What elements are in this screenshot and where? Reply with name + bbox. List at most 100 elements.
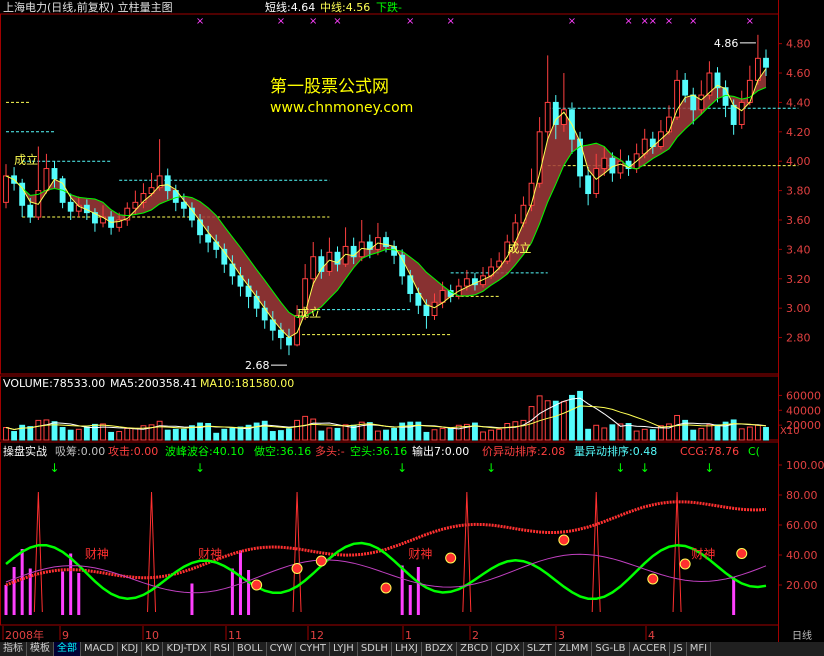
- candle-body[interactable]: [601, 157, 608, 170]
- candle-body[interactable]: [3, 175, 9, 203]
- volume-bar: [253, 422, 260, 441]
- candle-body[interactable]: [585, 175, 592, 195]
- caishen-mark: 财神: [691, 547, 715, 561]
- mid-line-value: 中线:4.56: [320, 0, 370, 14]
- x-axis-right-label: 日线: [792, 629, 812, 642]
- tab-js[interactable]: JS: [670, 642, 687, 656]
- volume-bar: [92, 423, 98, 441]
- candle-body[interactable]: [552, 101, 559, 125]
- tab-boll[interactable]: BOLL: [234, 642, 267, 656]
- candle-body[interactable]: [51, 168, 58, 180]
- candle-body[interactable]: [391, 245, 398, 256]
- tab-zbcd[interactable]: ZBCD: [457, 642, 493, 656]
- chart-canvas[interactable]: 上海电力(日线,前复权) 立柱量主图 短线:4.64 中线:4.56 下跌- 4.80 4…: [0, 0, 824, 642]
- candle-body[interactable]: [674, 79, 680, 118]
- candle-body[interactable]: [205, 234, 212, 243]
- tab-sg-lb[interactable]: SG-LB: [592, 642, 630, 656]
- tab-macd[interactable]: MACD: [81, 642, 118, 656]
- candle-body[interactable]: [763, 57, 769, 68]
- tab-slzt[interactable]: SLZT: [524, 642, 556, 656]
- x-axis-label: 3: [558, 629, 565, 642]
- tab-accer[interactable]: ACCER: [630, 642, 671, 656]
- candle-body[interactable]: [310, 256, 317, 280]
- tab--[interactable]: 全部: [54, 642, 81, 656]
- indicator-spike: [33, 491, 43, 613]
- candle-body[interactable]: [641, 138, 648, 155]
- tab-rsi[interactable]: RSI: [211, 642, 234, 656]
- high-price-label: 4.86: [714, 37, 739, 50]
- candle-body[interactable]: [67, 201, 74, 212]
- volume-bar: [294, 419, 300, 441]
- volume-bar: [609, 424, 616, 441]
- tab-lhxj[interactable]: LHXJ: [392, 642, 422, 656]
- signal-arrow-icon: ↓: [49, 461, 59, 475]
- candle-body[interactable]: [27, 204, 34, 218]
- indicator-label: 输出7:0.00: [412, 444, 469, 458]
- volume-bar: [108, 431, 115, 441]
- tab-kdj-tdx[interactable]: KDJ-TDX: [163, 642, 211, 656]
- price-tick-label: 3.20: [786, 273, 811, 286]
- indicator-label: 吸筹:0.00: [55, 444, 105, 458]
- candle-body[interactable]: [690, 94, 697, 111]
- tab-cyht[interactable]: CYHT: [296, 642, 330, 656]
- signal-x-mark: ×: [277, 16, 285, 27]
- candle-body[interactable]: [423, 304, 430, 317]
- volume-bar: [83, 426, 90, 441]
- signal-dot: [291, 563, 303, 574]
- tab--[interactable]: 指标: [0, 642, 27, 656]
- tab-kd[interactable]: KD: [142, 642, 164, 656]
- tab-zlmm[interactable]: ZLMM: [556, 642, 593, 656]
- volume-bar: [43, 419, 50, 441]
- candle-body[interactable]: [544, 101, 551, 133]
- tab-cyw[interactable]: CYW: [267, 642, 297, 656]
- volume-bar: [180, 428, 187, 441]
- x-axis-label: 10: [145, 629, 159, 642]
- candle-body[interactable]: [197, 219, 203, 236]
- tab--[interactable]: 模板: [27, 642, 54, 656]
- signal-dot: [380, 582, 392, 594]
- volume-bar: [633, 430, 640, 441]
- volume-bar: [569, 394, 575, 441]
- volume-bar: [504, 423, 511, 441]
- tab-sdlh[interactable]: SDLH: [358, 642, 392, 656]
- candle-body[interactable]: [463, 278, 470, 287]
- signal-x-mark: ×: [333, 16, 341, 27]
- candle-body[interactable]: [682, 79, 689, 96]
- candle-body[interactable]: [164, 175, 171, 192]
- candle-body[interactable]: [666, 116, 672, 133]
- indicator-bar: [77, 573, 81, 615]
- candle-body[interactable]: [286, 337, 292, 346]
- volume-bar: [625, 423, 632, 441]
- stock-chart[interactable]: 上海电力(日线,前复权) 立柱量主图 短线:4.64 中线:4.56 下跌- 4.80 4…: [0, 0, 824, 656]
- volume-bar: [35, 419, 42, 441]
- tab-mfi[interactable]: MFI: [687, 642, 712, 656]
- candle-body[interactable]: [617, 160, 624, 174]
- indicator-label: 量异动排序:0.48: [574, 444, 657, 458]
- candle-body[interactable]: [213, 241, 220, 250]
- candle-body[interactable]: [43, 168, 50, 192]
- candle-body[interactable]: [738, 101, 745, 125]
- tab-bdzx[interactable]: BDZX: [422, 642, 458, 656]
- candle-body[interactable]: [706, 72, 713, 96]
- candle-body[interactable]: [180, 201, 187, 209]
- volume-bar: [536, 395, 543, 441]
- candle-body[interactable]: [439, 290, 446, 303]
- volume-bar: [374, 430, 381, 441]
- candle-body[interactable]: [132, 201, 139, 209]
- price-tick-label: 3.00: [786, 302, 811, 315]
- candle-body[interactable]: [730, 104, 737, 125]
- candle-body[interactable]: [593, 168, 600, 195]
- tab-lyjh[interactable]: LYJH: [330, 642, 358, 656]
- candle-body[interactable]: [342, 245, 349, 265]
- candle-body[interactable]: [253, 295, 260, 309]
- candle-body[interactable]: [698, 94, 705, 111]
- signal-x-mark: ×: [624, 16, 632, 27]
- volume-bar: [27, 426, 34, 441]
- indicator-label: 做空:36.16: [254, 444, 311, 458]
- candle-body[interactable]: [431, 301, 438, 317]
- candle-body[interactable]: [536, 131, 543, 184]
- candle-body[interactable]: [577, 138, 583, 177]
- tab-kdj[interactable]: KDJ: [118, 642, 143, 656]
- volume-bar: [310, 418, 317, 441]
- tab-cjdx[interactable]: CJDX: [492, 642, 524, 656]
